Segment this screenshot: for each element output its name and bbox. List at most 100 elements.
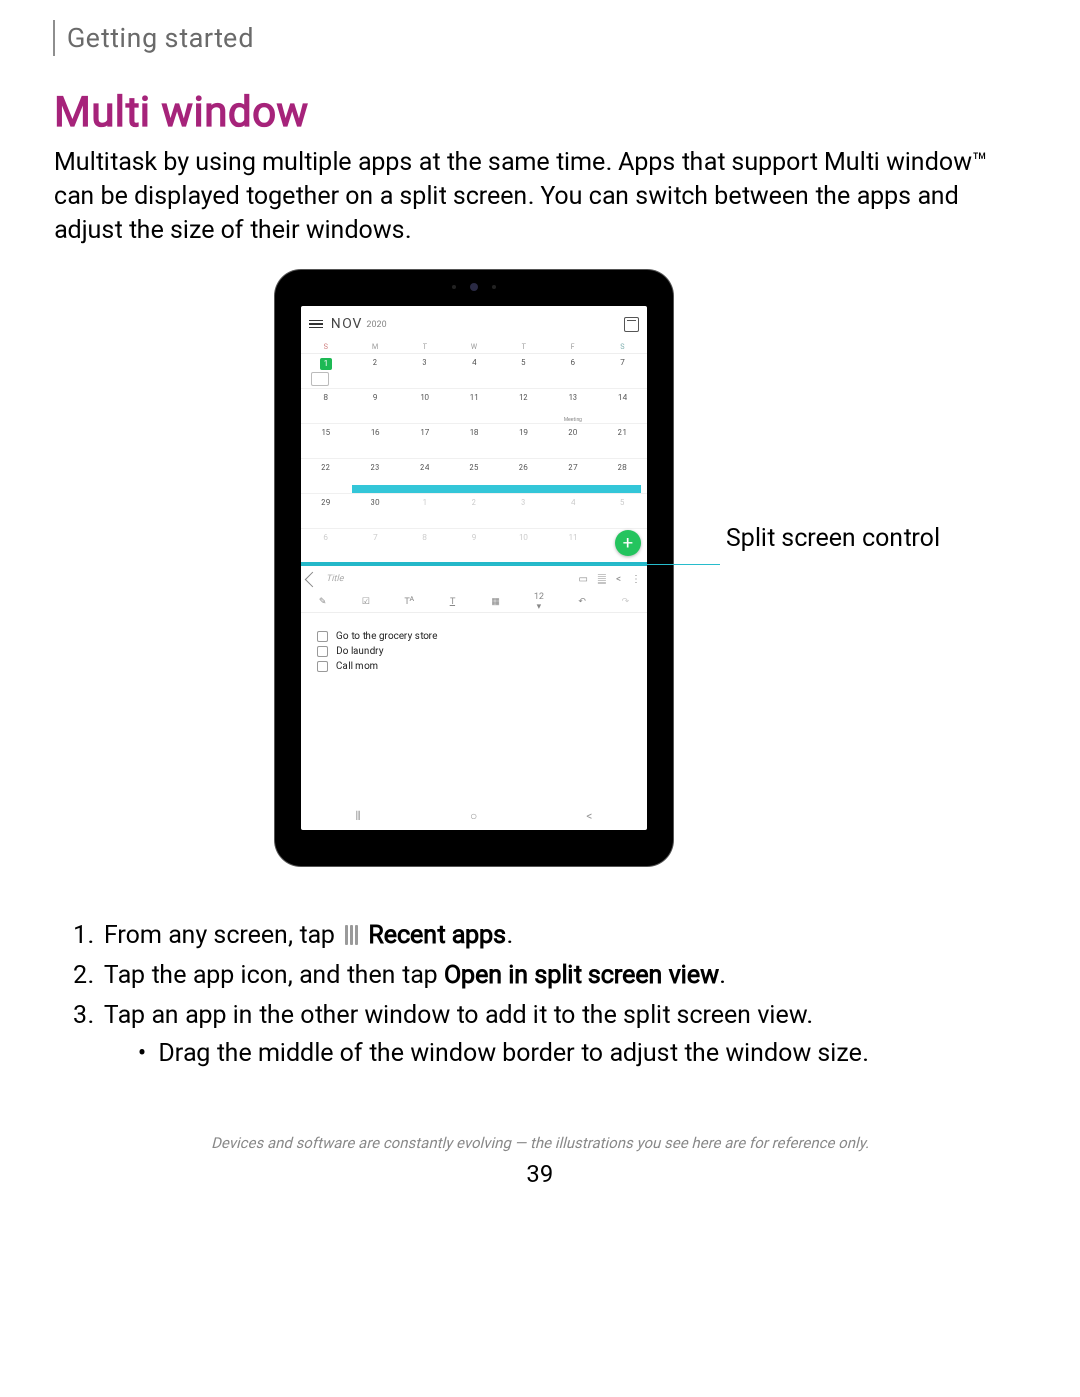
calendar-day[interactable]: 3 [400, 354, 449, 389]
steps: From any screen, tap Recent apps. Tap th… [70, 918, 1026, 1076]
back-icon[interactable] [305, 571, 321, 587]
calendar-day[interactable]: 27 [548, 459, 597, 494]
reader-icon[interactable]: ▭ [578, 574, 587, 585]
checkbox-icon[interactable] [317, 646, 328, 657]
calendar-day[interactable]: 15 [301, 424, 350, 459]
today-icon[interactable] [624, 317, 639, 332]
dow: W [449, 339, 498, 354]
checkbox-icon[interactable] [317, 661, 328, 672]
share-icon[interactable]: < [616, 574, 621, 585]
checkbox-icon[interactable]: ☑ [358, 597, 374, 607]
checkbox-icon[interactable] [317, 631, 328, 642]
recent-apps-icon [345, 925, 358, 945]
step-1: From any screen, tap Recent apps. [100, 918, 1026, 954]
calendar-month: NOV [331, 316, 362, 332]
breadcrumb-rule: Getting started [53, 20, 254, 56]
event-bar [598, 485, 641, 493]
camera-icon [470, 283, 478, 291]
calendar-day[interactable]: 3 [499, 494, 548, 529]
notes-title-placeholder[interactable]: Title [326, 574, 343, 584]
calendar-day[interactable]: 10 [400, 389, 449, 424]
text-style-icon[interactable]: T [444, 597, 460, 607]
calendar-day[interactable]: 30 [350, 494, 399, 529]
manual-page: Getting started Multi window Multitask b… [0, 0, 1080, 1397]
calendar-day[interactable]: 17 [400, 424, 449, 459]
calendar-day[interactable]: 20 [548, 424, 597, 459]
calendar-day[interactable]: 9 [350, 389, 399, 424]
calendar-day[interactable]: 13Meeting [548, 389, 597, 424]
event-bar [352, 485, 399, 493]
dow: F [548, 339, 597, 354]
event-bar [548, 485, 597, 493]
step-3: Tap an app in the other window to add it… [100, 998, 1026, 1072]
step-3-sub: Drag the middle of the window border to … [138, 1036, 1026, 1072]
page-heading: Multi window [54, 88, 309, 137]
calendar-day[interactable]: 18 [449, 424, 498, 459]
calendar-day[interactable]: 5 [598, 494, 647, 529]
intro-paragraph: Multitask by using multiple apps at the … [54, 146, 1026, 248]
calendar-day[interactable]: 25 [449, 459, 498, 494]
redo-icon[interactable]: ↷ [617, 597, 633, 607]
calendar-day[interactable]: 4 [449, 354, 498, 389]
event-bar [449, 485, 498, 493]
checklist-item[interactable]: Call mom [317, 659, 631, 674]
calendar-day[interactable]: 1 [301, 354, 350, 389]
event-note-icon [311, 372, 329, 386]
checklist: Go to the grocery store Do laundry Call … [301, 623, 647, 680]
font-size-select[interactable]: 12 ▾ [531, 592, 547, 612]
notes-pane: Title ▭ 𝄛 < ⋮ ✎ ☑ Tᴬ T [301, 566, 647, 802]
calendar-day[interactable]: 7 [598, 354, 647, 389]
home-nav-icon[interactable]: ○ [470, 809, 477, 823]
add-event-button[interactable]: + [615, 530, 641, 556]
recents-nav-icon[interactable]: ⦀ [356, 809, 361, 824]
dow: S [301, 339, 350, 354]
calendar-day[interactable]: 2 [350, 354, 399, 389]
event-bar [400, 485, 449, 493]
calendar-day[interactable]: 14 [598, 389, 647, 424]
calendar-day[interactable]: 8 [301, 389, 350, 424]
notes-header: Title ▭ 𝄛 < ⋮ [301, 566, 647, 592]
calendar-day[interactable]: 2 [449, 494, 498, 529]
pen-icon[interactable]: ✎ [315, 597, 331, 607]
calendar-year: 2020 [366, 320, 386, 330]
page-number: 39 [0, 1160, 1080, 1188]
tablet-screen: NOV 2020 S M T W T F S 1 [301, 306, 647, 830]
menu-icon[interactable] [309, 320, 323, 329]
calendar-day[interactable]: 24 [400, 459, 449, 494]
more-icon[interactable]: ⋮ [631, 574, 641, 585]
calendar-day[interactable]: 16 [350, 424, 399, 459]
calendar-day[interactable]: 6 [548, 354, 597, 389]
calendar-day[interactable]: 4 [548, 494, 597, 529]
calendar-day[interactable]: 10 [499, 529, 548, 564]
calendar-day[interactable]: 8 [400, 529, 449, 564]
calendar-day[interactable]: 21 [598, 424, 647, 459]
notes-toolbar: ✎ ☑ Tᴬ T ▦ 12 ▾ ↶ ↷ [301, 592, 647, 613]
figure: NOV 2020 S M T W T F S 1 [0, 270, 1080, 890]
event-label: Meeting [548, 417, 597, 423]
callout-label: Split screen control [726, 524, 940, 554]
calendar-day[interactable]: 6 [301, 529, 350, 564]
calendar-day[interactable]: 29 [301, 494, 350, 529]
calendar-day[interactable]: 22 [301, 459, 350, 494]
calendar-day[interactable]: 19 [499, 424, 548, 459]
calendar-day[interactable]: 11 [548, 529, 597, 564]
undo-icon[interactable]: ↶ [574, 597, 590, 607]
calendar-day[interactable]: 5 [499, 354, 548, 389]
calendar-day[interactable]: 1 [400, 494, 449, 529]
calendar-day[interactable]: 11 [449, 389, 498, 424]
dow: T [499, 339, 548, 354]
attach-icon[interactable]: 𝄛 [598, 574, 606, 585]
calendar-day[interactable]: 28 [598, 459, 647, 494]
insert-icon[interactable]: ▦ [488, 597, 504, 607]
calendar-day[interactable]: 26 [499, 459, 548, 494]
calendar-day[interactable]: 7 [350, 529, 399, 564]
checklist-item[interactable]: Go to the grocery store [317, 629, 631, 644]
checklist-item[interactable]: Do laundry [317, 644, 631, 659]
text-format-icon[interactable]: Tᴬ [401, 597, 417, 607]
calendar-day[interactable]: 12 [499, 389, 548, 424]
back-nav-icon[interactable]: < [586, 809, 592, 823]
calendar-day[interactable]: 23 [350, 459, 399, 494]
calendar-pane: NOV 2020 S M T W T F S 1 [301, 306, 647, 562]
calendar-header: NOV 2020 [301, 306, 647, 339]
calendar-day[interactable]: 9 [449, 529, 498, 564]
